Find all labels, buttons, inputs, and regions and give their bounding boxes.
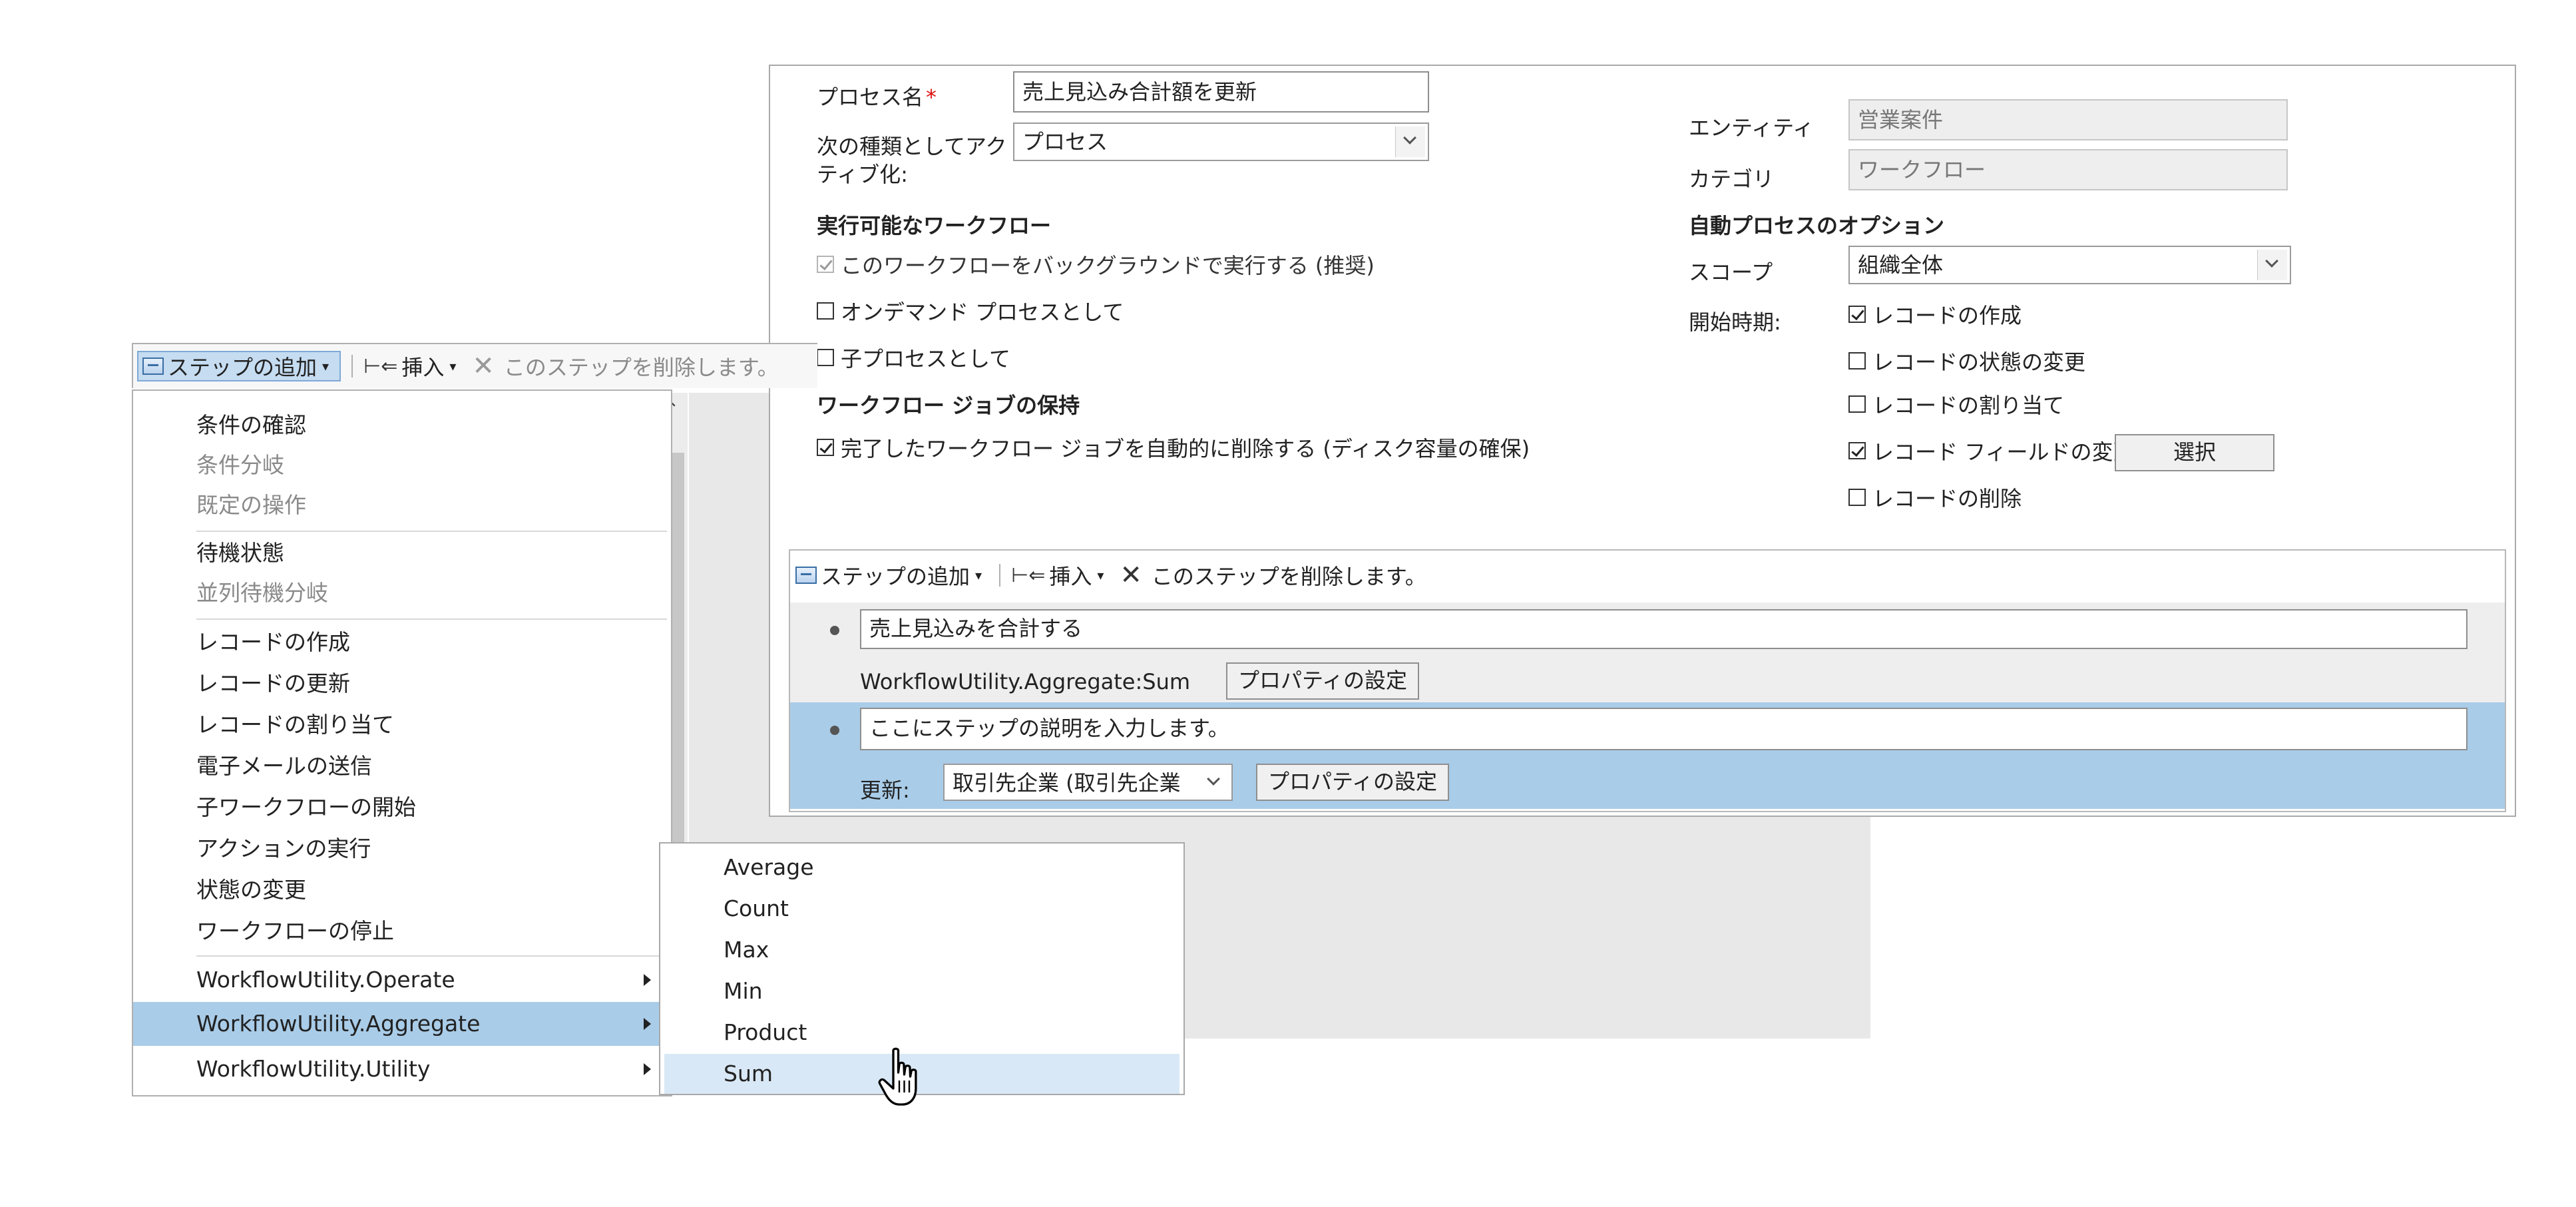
- add-step-icon: [795, 567, 817, 584]
- submenu-item-max[interactable]: Max: [660, 930, 1183, 970]
- menu-item-perform-action[interactable]: アクションの実行: [133, 830, 671, 867]
- category-field: ワークフロー: [1848, 149, 2288, 190]
- start-option-delete[interactable]: レコードの削除: [1848, 482, 2022, 513]
- caret-down-icon[interactable]: ▾: [975, 567, 982, 583]
- chevron-down-icon[interactable]: [2257, 250, 2287, 280]
- start-create-checkbox[interactable]: [1848, 306, 1866, 323]
- submenu-item-count[interactable]: Count: [660, 889, 1183, 929]
- start-status-change-checkbox[interactable]: [1848, 352, 1866, 369]
- chevron-down-icon[interactable]: [1199, 768, 1229, 797]
- start-when-label: 開始時期:: [1689, 310, 1781, 335]
- menu-item-send-email[interactable]: 電子メールの送信: [133, 748, 671, 785]
- menu-item-workflowutility-utility[interactable]: WorkflowUtility.Utility: [133, 1047, 671, 1091]
- add-step-button[interactable]: ステップの追加: [821, 560, 970, 591]
- child-process-checkbox[interactable]: [817, 349, 834, 366]
- on-demand-checkbox[interactable]: [817, 302, 834, 320]
- add-step-icon: [142, 358, 164, 375]
- menu-item-check-condition[interactable]: 条件の確認: [133, 407, 671, 444]
- update-label: 更新:: [860, 778, 910, 803]
- start-field-change-checkbox[interactable]: [1848, 442, 1866, 459]
- menu-item-workflowutility-aggregate[interactable]: WorkflowUtility.Aggregate: [133, 1002, 671, 1046]
- start-option-assign[interactable]: レコードの割り当て: [1848, 389, 2064, 419]
- add-step-dropdown[interactable]: ステップの追加 ▾: [137, 351, 341, 381]
- start-assign-checkbox[interactable]: [1848, 395, 1866, 413]
- set-properties-button[interactable]: プロパティの設定: [1226, 662, 1419, 700]
- insert-icon: ⊢⇐: [363, 354, 398, 378]
- submenu-arrow-icon: [644, 1063, 651, 1075]
- scope-select[interactable]: 組織全体: [1848, 246, 2291, 284]
- delete-step-button: このステップを削除します。: [503, 355, 779, 380]
- runnable-workflow-heading: 実行可能なワークフロー: [817, 213, 1052, 238]
- menu-item-change-status[interactable]: 状態の変更: [133, 871, 671, 909]
- menu-item-workflowutility-operate[interactable]: WorkflowUtility.Operate: [133, 958, 671, 1002]
- submenu-arrow-icon: [644, 1018, 651, 1030]
- step-description-input[interactable]: ここにステップの説明を入力します。: [860, 708, 2468, 750]
- update-entity-select[interactable]: 取引先企業 (取引先企業: [943, 764, 1233, 801]
- toolbar-separator: [999, 564, 1001, 587]
- menu-item-update-record[interactable]: レコードの更新: [133, 665, 671, 702]
- scope-label: スコープ: [1689, 260, 1773, 285]
- step-bullet-icon: [830, 626, 839, 635]
- chevron-down-icon[interactable]: [1395, 126, 1425, 157]
- submenu-item-average[interactable]: Average: [660, 847, 1183, 887]
- start-option-field-change[interactable]: レコード フィールドの変更: [1848, 435, 2135, 466]
- menu-item-wait-condition[interactable]: 待機状態: [133, 535, 671, 572]
- auto-delete-checkbox[interactable]: [817, 439, 834, 456]
- step-bullet-icon: [830, 726, 839, 735]
- insert-button[interactable]: 挿入: [1049, 560, 1092, 591]
- on-demand-option[interactable]: オンデマンド プロセスとして: [817, 296, 1124, 326]
- menu-item-default-action: 既定の操作: [196, 492, 306, 518]
- activate-as-select[interactable]: プロセス: [1013, 122, 1429, 161]
- step-editor-toolbar: ステップの追加 ▾ ⊢⇐ 挿入 ▾ ✕ このステップを削除します。: [795, 559, 1426, 592]
- menu-item-parallel-wait-branch: 並列待機分岐: [196, 580, 328, 606]
- menu-item-conditional-branch: 条件分岐: [196, 452, 284, 478]
- step-action-text: WorkflowUtility.Aggregate:Sum: [860, 669, 1191, 694]
- hand-pointer-cursor-icon: [878, 1047, 917, 1106]
- category-label: カテゴリ: [1689, 166, 1775, 192]
- step-editor: ステップの追加 ▾ ⊢⇐ 挿入 ▾ ✕ このステップを削除します。 売上見込みを…: [789, 549, 2506, 812]
- start-option-create[interactable]: レコードの作成: [1848, 299, 2022, 330]
- submenu-arrow-icon: [644, 974, 651, 986]
- start-delete-checkbox[interactable]: [1848, 489, 1866, 506]
- add-step-label: ステップの追加: [168, 355, 318, 380]
- insert-button[interactable]: 挿入: [401, 351, 444, 381]
- step-row-selected[interactable]: ここにステップの説明を入力します。 更新: 取引先企業 (取引先企業 プロパティ…: [790, 702, 2505, 809]
- step-description-input[interactable]: 売上見込みを合計する: [860, 609, 2468, 649]
- job-retention-heading: ワークフロー ジョブの保持: [817, 393, 1080, 418]
- auto-delete-option[interactable]: 完了したワークフロー ジョブを自動的に削除する (ディスク容量の確保): [817, 432, 1530, 463]
- delete-step-button[interactable]: このステップを削除します。: [1152, 560, 1426, 591]
- entity-field: 営業案件: [1848, 99, 2288, 140]
- menu-separator: [196, 955, 667, 957]
- entity-label: エンティティ: [1689, 115, 1815, 140]
- menu-item-create-record[interactable]: レコードの作成: [133, 624, 671, 661]
- process-name-label: プロセス名 *: [817, 85, 937, 110]
- menu-toolbar: ステップの追加 ▾ ⊢⇐ 挿入 ▾ ✕ このステップを削除します。: [132, 343, 817, 388]
- activate-as-label: 次の種類としてアク ティブ化:: [817, 134, 1007, 187]
- menu-separator: [196, 618, 667, 620]
- submenu-item-min[interactable]: Min: [660, 971, 1183, 1011]
- run-background-checkbox: [817, 256, 834, 273]
- caret-down-icon[interactable]: ▾: [449, 358, 456, 374]
- step-row[interactable]: 売上見込みを合計する WorkflowUtility.Aggregate:Sum…: [790, 603, 2505, 702]
- start-option-status-change[interactable]: レコードの状態の変更: [1848, 346, 2085, 376]
- select-fields-button[interactable]: 選択: [2115, 434, 2274, 471]
- menu-item-stop-workflow[interactable]: ワークフローの停止: [133, 913, 671, 950]
- caret-down-icon[interactable]: ▾: [1097, 567, 1104, 583]
- caret-down-icon: ▾: [322, 358, 329, 374]
- process-name-input[interactable]: 売上見込み合計額を更新: [1013, 71, 1429, 113]
- set-properties-button[interactable]: プロパティの設定: [1256, 764, 1449, 801]
- required-mark: *: [926, 85, 937, 110]
- insert-icon: ⊢⇐: [1011, 563, 1046, 587]
- menu-item-assign-record[interactable]: レコードの割り当て: [133, 706, 671, 744]
- toolbar-separator: [351, 355, 353, 377]
- delete-icon[interactable]: ✕: [1120, 562, 1142, 589]
- menu-item-start-child-workflow[interactable]: 子ワークフローの開始: [133, 789, 671, 826]
- menu-separator: [196, 531, 667, 532]
- run-background-option: このワークフローをバックグラウンドで実行する (推奨): [817, 249, 1375, 280]
- auto-process-options-heading: 自動プロセスのオプション: [1689, 213, 1945, 238]
- delete-icon: ✕: [472, 351, 495, 381]
- add-step-menu: 条件の確認 条件分岐 既定の操作 待機状態 並列待機分岐 レコードの作成 レコー…: [132, 389, 672, 1096]
- child-process-option[interactable]: 子プロセスとして: [817, 342, 1010, 373]
